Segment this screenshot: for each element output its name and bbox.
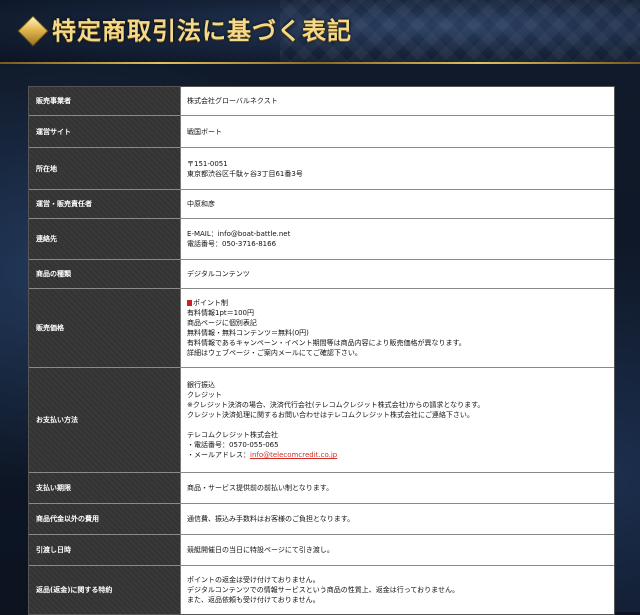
red-square-icon [187, 300, 192, 306]
row-text: 商品ページに個別表記 [187, 319, 257, 327]
table-row-address: 所在地 〒151-0051 東京都渋谷区千駄ヶ谷3丁目61番3号 [29, 148, 614, 190]
row-text: また、返品依頼も受け付けておりません。 [187, 596, 320, 604]
row-text: 有料情報であるキャンペーン・イベント期間等は商品内容により販売価格が異なります。 [187, 339, 466, 347]
legal-notice-table: 販売事業者 株式会社グローバルネクスト 運営サイト 戦国ボート 所在地 〒151… [28, 86, 615, 615]
row-label: 運営・販売責任者 [29, 190, 181, 218]
row-text: ・メールアドレス：info@telecomcredit.co.jp [187, 450, 614, 460]
row-text: 東京都渋谷区千駄ヶ谷3丁目61番3号 [187, 169, 303, 178]
row-text: クレジット [187, 391, 222, 399]
row-label: 販売事業者 [29, 87, 181, 115]
row-label: 返品(返金)に関する特約 [29, 566, 181, 614]
row-text: デジタルコンテンツ [187, 270, 250, 278]
row-text: 詳細はウェブページ・ご案内メールにてご確認下さい。 [187, 349, 362, 357]
table-row-product-type: 商品の種類 デジタルコンテンツ [29, 260, 614, 289]
table-row-manager: 運営・販売責任者 中原和彦 [29, 190, 614, 219]
row-text: ※クレジット決済の場合、決済代行会社(テレコムクレジット株式会社)からの請求とな… [187, 401, 485, 409]
row-text: 無料情報・無料コンテンツ＝無料(0円) [187, 329, 309, 337]
row-text: ポイント制 [187, 298, 614, 308]
row-text: 有料情報1pt＝100円 [187, 309, 255, 317]
table-row-contact: 連絡先 E-MAIL：info@boat-battle.net 電話番号：050… [29, 219, 614, 260]
table-row-delivery: 引渡し日時 競艇開催日の当日に特設ページにて引き渡し。 [29, 535, 614, 566]
row-text [187, 420, 614, 430]
row-value: 銀行振込 クレジット ※クレジット決済の場合、決済代行会社(テレコムクレジット株… [181, 368, 614, 472]
table-row-seller: 販売事業者 株式会社グローバルネクスト [29, 87, 614, 116]
row-value: 株式会社グローバルネクスト [181, 87, 614, 115]
row-text: E-MAIL：info@boat-battle.net [187, 230, 291, 238]
table-row-refund-policy: 返品(返金)に関する特約 ポイントの返金は受け付けておりません。 デジタルコンテ… [29, 566, 614, 614]
table-row-payment-method: お支払い方法 銀行振込 クレジット ※クレジット決済の場合、決済代行会社(テレコ… [29, 368, 614, 473]
row-text: 銀行振込 [187, 381, 215, 389]
row-text: 〒151-0051 [187, 159, 228, 168]
row-text: 株式会社グローバルネクスト [187, 97, 278, 105]
mail-prefix: ・メールアドレス： [187, 451, 250, 459]
row-text: ・電話番号：0570-055-065 [187, 441, 279, 449]
row-value: 通信費、振込み手数料はお客様のご負担となります。 [181, 504, 614, 534]
row-value: ポイントの返金は受け付けておりません。 デジタルコンテンツでの情報サービスという… [181, 566, 614, 614]
row-text: 通信費、振込み手数料はお客様のご負担となります。 [187, 515, 355, 523]
page-header: 特定商取引法に基づく表記 [0, 0, 640, 64]
table-row-payment-deadline: 支払い期限 商品・サービス提供前の前払い制となります。 [29, 473, 614, 504]
row-label: 所在地 [29, 148, 181, 189]
row-value: 〒151-0051 東京都渋谷区千駄ヶ谷3丁目61番3号 [181, 148, 614, 189]
row-value: 競艇開催日の当日に特設ページにて引き渡し。 [181, 535, 614, 565]
row-text: 競艇開催日の当日に特設ページにて引き渡し。 [187, 546, 334, 554]
page-title: 特定商取引法に基づく表記 [52, 16, 352, 45]
row-label: 連絡先 [29, 219, 181, 259]
row-text: クレジット決済処理に関するお問い合わせはテレコムクレジット株式会社にご連絡下さい… [187, 411, 474, 419]
row-label: 運営サイト [29, 116, 181, 147]
row-label: 商品の種類 [29, 260, 181, 288]
row-label: 商品代金以外の費用 [29, 504, 181, 534]
telecom-email-link[interactable]: info@telecomcredit.co.jp [250, 451, 337, 459]
row-value: 商品・サービス提供前の前払い制となります。 [181, 473, 614, 503]
gold-diamond-icon [18, 16, 48, 46]
row-text: 中原和彦 [187, 200, 215, 208]
row-text: 商品・サービス提供前の前払い制となります。 [187, 484, 334, 492]
table-row-price: 販売価格 ポイント制 有料情報1pt＝100円 商品ページに個別表記 無料情報・… [29, 289, 614, 368]
row-label: お支払い方法 [29, 368, 181, 472]
point-system-text: ポイント制 [193, 299, 228, 307]
row-value: 戦国ボート [181, 116, 614, 147]
row-text: デジタルコンテンツでの情報サービスという商品の性質上、返金は行っておりません。 [187, 586, 459, 594]
row-label: 販売価格 [29, 289, 181, 367]
row-value: デジタルコンテンツ [181, 260, 614, 288]
row-value: E-MAIL：info@boat-battle.net 電話番号：050-371… [181, 219, 614, 259]
row-label: 引渡し日時 [29, 535, 181, 565]
row-text: テレコムクレジット株式会社 [187, 431, 278, 439]
table-row-site: 運営サイト 戦国ボート [29, 116, 614, 148]
row-value: ポイント制 有料情報1pt＝100円 商品ページに個別表記 無料情報・無料コンテ… [181, 289, 614, 367]
row-text: 電話番号：050-3716-8166 [187, 240, 277, 248]
row-label: 支払い期限 [29, 473, 181, 503]
row-value: 中原和彦 [181, 190, 614, 218]
row-text: 戦国ボート [187, 127, 222, 136]
row-text: ポイントの返金は受け付けておりません。 [187, 576, 320, 584]
table-row-extra-costs: 商品代金以外の費用 通信費、振込み手数料はお客様のご負担となります。 [29, 504, 614, 535]
